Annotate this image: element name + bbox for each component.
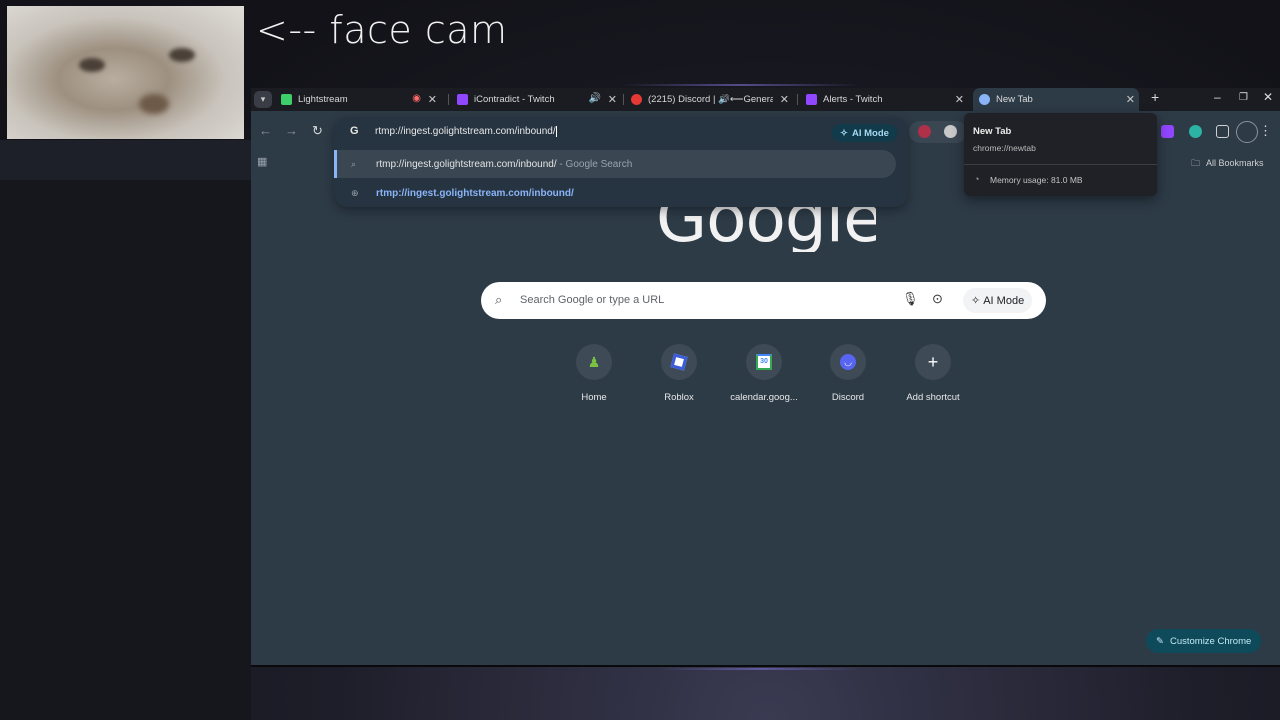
lens-icon[interactable]: ⊙	[932, 291, 943, 307]
omnibox-ai-mode-button[interactable]: ✧ AI Mode	[832, 124, 897, 142]
facecam-nose	[139, 94, 169, 114]
microphone-icon[interactable]: 🎙	[902, 291, 919, 307]
lightstream-icon	[281, 94, 292, 105]
shortcut-calendar[interactable]: 30 calendar.goog...	[724, 344, 804, 403]
tab-separator	[797, 94, 798, 105]
tab-lightstream[interactable]: Lightstream ◉ ✕	[281, 88, 441, 111]
tab-new-tab[interactable]: New Tab ✕	[973, 88, 1139, 111]
shortcut-add[interactable]: + Add shortcut	[893, 344, 973, 403]
pencil-icon: ✎	[1156, 635, 1164, 647]
apps-grid-icon[interactable]: ▦	[257, 155, 267, 168]
search-icon: ⌕	[351, 158, 357, 169]
left-panel	[0, 180, 251, 720]
ai-mode-button[interactable]: ✧ AI Mode	[963, 288, 1033, 313]
shortcut-discord[interactable]: ◡ Discord	[808, 344, 888, 403]
new-tab-button[interactable]: +	[1151, 89, 1159, 105]
extension-icon[interactable]	[918, 125, 931, 138]
close-icon[interactable]: ✕	[608, 93, 617, 106]
chrome-icon	[979, 94, 990, 105]
background-streak	[620, 84, 860, 86]
tab-icontradict[interactable]: iContradict - Twitch 🔊 ✕	[457, 88, 621, 111]
extension-icon[interactable]	[944, 125, 957, 138]
tab-strip: ▾ Lightstream ◉ ✕ iContradict - Twitch 🔊…	[251, 88, 1280, 111]
shortcut-home[interactable]: ♟ Home	[554, 344, 634, 403]
omnibox-input[interactable]: rtmp://ingest.golightstream.com/inbound/	[375, 126, 557, 137]
all-bookmarks[interactable]: 🗀 All Bookmarks	[1191, 156, 1264, 172]
tab-separator	[448, 94, 449, 105]
recording-icon: ◉	[412, 93, 421, 104]
suggestion-url[interactable]: ⊕ rtmp://ingest.golightstream.com/inboun…	[334, 179, 896, 207]
close-icon[interactable]: ✕	[780, 93, 789, 106]
suggestion-search[interactable]: ⌕ rtmp://ingest.golightstream.com/inboun…	[334, 150, 896, 178]
memory-icon: ◔	[974, 174, 980, 184]
text-caret	[555, 126, 557, 137]
avatar[interactable]	[1236, 121, 1258, 143]
minimize-button[interactable]: –	[1214, 90, 1221, 104]
tab-alerts[interactable]: Alerts - Twitch ✕	[806, 88, 968, 111]
search-box[interactable]: ⌕ Search Google or type a URL 🎙 ⊙ ✧ AI M…	[481, 282, 1046, 319]
customize-chrome-button[interactable]: ✎ Customize Chrome	[1146, 629, 1262, 653]
close-icon[interactable]: ✕	[428, 93, 437, 106]
globe-icon: ⊕	[351, 187, 359, 198]
restore-button[interactable]: ❐	[1239, 92, 1248, 103]
omnibox[interactable]: G rtmp://ingest.golightstream.com/inboun…	[334, 117, 908, 147]
tab-hover-card: New Tab chrome://newtab ◔ Memory usage: …	[964, 113, 1157, 196]
speaker-icon: 🔊	[588, 93, 601, 104]
kebab-menu-icon[interactable]: ⋮	[1259, 123, 1272, 139]
plus-icon: +	[915, 344, 951, 380]
browser-bottom-edge	[251, 665, 1280, 667]
puzzle-icon[interactable]	[1216, 125, 1229, 138]
chess-pawn-icon: ♟	[576, 344, 612, 380]
ai-sparkle-icon: ✧	[971, 295, 981, 307]
ai-sparkle-icon: ✧	[840, 127, 848, 139]
discord-icon: ◡	[830, 344, 866, 380]
roblox-icon	[661, 344, 697, 380]
google-g-icon: G	[350, 125, 359, 137]
tab-separator	[623, 94, 624, 105]
search-input[interactable]: Search Google or type a URL	[520, 294, 664, 306]
omnibox-dropdown: G rtmp://ingest.golightstream.com/inboun…	[334, 117, 908, 207]
divider	[964, 164, 1157, 165]
discord-icon	[631, 94, 642, 105]
facecam-video	[7, 6, 244, 139]
search-icon: ⌕	[495, 292, 503, 307]
close-icon[interactable]: ✕	[1126, 93, 1135, 106]
facecam-eye	[79, 58, 105, 72]
browser-window: ▾ Lightstream ◉ ✕ iContradict - Twitch 🔊…	[251, 88, 1280, 665]
reload-icon[interactable]: ↻	[312, 123, 323, 139]
folder-icon: 🗀	[1191, 158, 1201, 168]
twitch-extension-icon[interactable]	[1161, 125, 1174, 138]
close-icon[interactable]: ✕	[955, 93, 964, 106]
twitch-icon	[806, 94, 817, 105]
forward-icon[interactable]: →	[285, 123, 298, 138]
extension-icon[interactable]	[1189, 125, 1202, 138]
tab-search-button[interactable]: ▾	[254, 91, 272, 108]
facecam-eye	[169, 48, 195, 62]
facecam-label: <-- face cam	[256, 8, 508, 52]
left-panel-band	[0, 140, 251, 180]
calendar-icon: 30	[746, 344, 782, 380]
background-streak	[660, 668, 860, 670]
shortcut-roblox[interactable]: Roblox	[639, 344, 719, 403]
twitch-icon	[457, 94, 468, 105]
back-icon[interactable]: ←	[259, 123, 272, 138]
tab-discord[interactable]: (2215) Discord | 🔊⟵Generat ✕	[631, 88, 793, 111]
close-window-button[interactable]: ✕	[1263, 90, 1273, 104]
